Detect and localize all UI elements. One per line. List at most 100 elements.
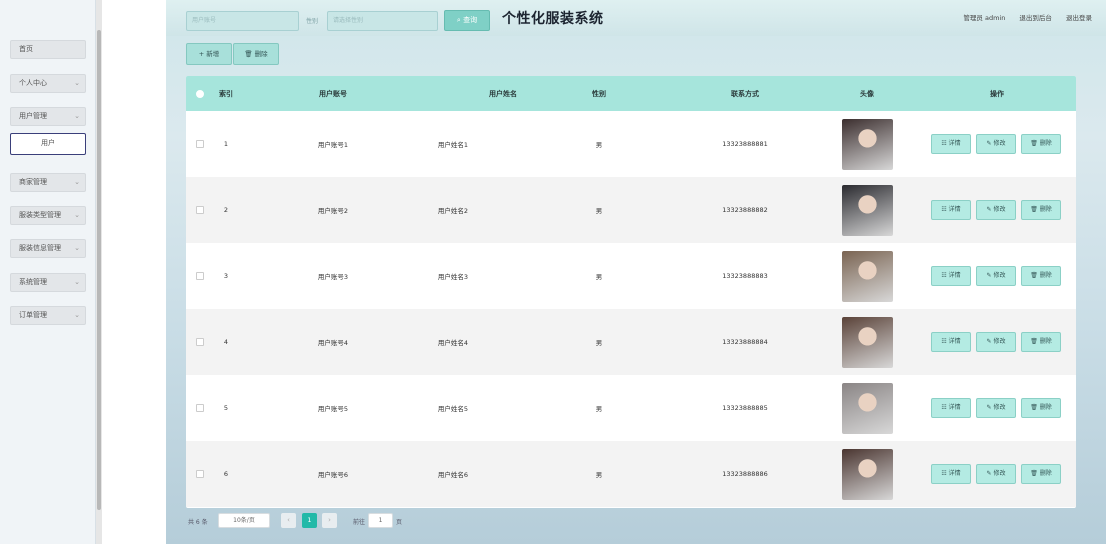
sidebar: 首页 个人中心 ⌄ 用户管理 ⌄ 用户 商家管理 ⌄ 服装类型管理 ⌄ 服装信息… <box>0 0 96 544</box>
delete-button[interactable]: 🗑 删除 <box>1021 398 1061 418</box>
edit-button[interactable]: ✎ 修改 <box>976 332 1016 352</box>
header-index: 索引 <box>219 89 233 98</box>
header-phone[interactable]: 联系方式 <box>674 76 816 111</box>
sidebar-item-merchant-management[interactable]: 商家管理 ⌄ <box>10 173 86 192</box>
edit-button[interactable]: ✎ 修改 <box>976 398 1016 418</box>
delete-button[interactable]: 🗑 删除 <box>1021 332 1061 352</box>
cell-gender: 男 <box>595 273 603 281</box>
sidebar-item-orders[interactable]: 订单管理 ⌄ <box>10 306 86 325</box>
avatar-cell <box>816 243 918 309</box>
avatar-cell <box>816 441 918 507</box>
actions-cell: ☷ 详情 ✎ 修改 🗑 删除 <box>918 309 1076 375</box>
edit-button[interactable]: ✎ 修改 <box>976 266 1016 286</box>
logout-link[interactable]: 退出登录 <box>1066 14 1092 22</box>
page-size-select[interactable]: 10条/页 <box>218 513 270 528</box>
search-account-input[interactable]: 用户账号 <box>186 11 299 31</box>
sidebar-item-clothing-info[interactable]: 服装信息管理 ⌄ <box>10 239 86 258</box>
table-row[interactable]: 3 用户账号3 用户姓名3 男 13323888883 ☷ 详情 ✎ 修改 🗑 删除 <box>186 243 1076 309</box>
cell-phone: 13323888881 <box>722 140 768 148</box>
row-checkbox-cell <box>186 243 214 309</box>
blank-strip <box>102 0 166 544</box>
row-checkbox-cell <box>186 441 214 507</box>
cell-gender: 男 <box>595 207 603 215</box>
row-checkbox[interactable] <box>196 338 204 346</box>
row-checkbox[interactable] <box>196 140 204 148</box>
delete-button[interactable]: 🗑 删除 <box>1021 200 1061 220</box>
cell-name: 用户姓名2 <box>437 207 469 215</box>
cell-gender: 男 <box>595 141 603 149</box>
gender-label: 性别 <box>306 18 319 25</box>
avatar-cell <box>816 375 918 441</box>
avatar <box>841 448 893 500</box>
chevron-down-icon: ⌄ <box>74 178 80 186</box>
table-row[interactable]: 1 用户账号1 用户姓名1 男 13323888881 ☷ 详情 ✎ 修改 🗑 删除 <box>186 111 1076 177</box>
row-checkbox[interactable] <box>196 206 204 214</box>
search-button[interactable]: ⌕ 查询 <box>444 10 490 31</box>
actions-cell: ☷ 详情 ✎ 修改 🗑 删除 <box>918 441 1076 507</box>
avatar-cell <box>816 177 918 243</box>
cell-index: 3 <box>223 272 229 280</box>
gender-select[interactable]: 请选择性别 <box>327 11 438 31</box>
backend-link[interactable]: 退出到后台 <box>1019 14 1052 22</box>
header-gender[interactable]: 性别 <box>524 76 674 111</box>
add-button[interactable]: + 新增 <box>186 43 232 65</box>
cell-name: 用户姓名1 <box>437 141 469 149</box>
detail-button[interactable]: ☷ 详情 <box>931 134 971 154</box>
cell-name: 用户姓名5 <box>437 405 469 413</box>
next-page-button[interactable]: › <box>322 513 337 528</box>
detail-button[interactable]: ☷ 详情 <box>931 200 971 220</box>
avatar <box>841 118 893 170</box>
sidebar-item-label: 订单管理 <box>19 311 47 319</box>
sidebar-item-label: 个人中心 <box>19 79 47 87</box>
edit-button[interactable]: ✎ 修改 <box>976 134 1016 154</box>
sidebar-item-clothing-type[interactable]: 服装类型管理 ⌄ <box>10 206 86 225</box>
goto-page-input[interactable]: 1 <box>368 513 393 528</box>
row-checkbox[interactable] <box>196 404 204 412</box>
detail-button[interactable]: ☷ 详情 <box>931 266 971 286</box>
edit-button[interactable]: ✎ 修改 <box>976 464 1016 484</box>
prev-page-button[interactable]: ‹ <box>281 513 296 528</box>
row-checkbox[interactable] <box>196 470 204 478</box>
actions-cell: ☷ 详情 ✎ 修改 🗑 删除 <box>918 243 1076 309</box>
table-row[interactable]: 2 用户账号2 用户姓名2 男 13323888882 ☷ 详情 ✎ 修改 🗑 删除 <box>186 177 1076 243</box>
detail-button[interactable]: ☷ 详情 <box>931 398 971 418</box>
header-avatar: 头像 <box>860 89 874 98</box>
cell-phone: 13323888884 <box>722 338 768 346</box>
sidebar-item-label: 商家管理 <box>19 178 47 186</box>
edit-button[interactable]: ✎ 修改 <box>976 200 1016 220</box>
sidebar-item-personal-center[interactable]: 个人中心 ⌄ <box>10 74 86 93</box>
sidebar-item-home[interactable]: 首页 <box>10 40 86 59</box>
header-account[interactable]: 用户账号 <box>238 76 428 111</box>
sidebar-item-label: 用户管理 <box>19 112 47 120</box>
cell-phone: 13323888886 <box>722 470 768 478</box>
row-checkbox-cell <box>186 111 214 177</box>
detail-button[interactable]: ☷ 详情 <box>931 332 971 352</box>
row-checkbox[interactable] <box>196 272 204 280</box>
delete-button[interactable]: 🗑 删除 <box>1021 134 1061 154</box>
chevron-down-icon: ⌄ <box>74 278 80 286</box>
checkbox[interactable] <box>196 89 204 98</box>
row-checkbox-cell <box>186 309 214 375</box>
page-number-current[interactable]: 1 <box>302 513 317 528</box>
delete-button[interactable]: 🗑 删除 <box>1021 464 1061 484</box>
sidebar-subitem-user[interactable]: 用户 <box>10 133 86 155</box>
scrollbar-thumb[interactable] <box>97 30 101 510</box>
goto-suffix: 页 <box>396 519 403 526</box>
table-row[interactable]: 4 用户账号4 用户姓名4 男 13323888884 ☷ 详情 ✎ 修改 🗑 删除 <box>186 309 1076 375</box>
sidebar-item-user-management[interactable]: 用户管理 ⌄ <box>10 107 86 126</box>
batch-delete-button[interactable]: 🗑 删除 <box>233 43 279 65</box>
cell-gender: 男 <box>595 405 603 413</box>
sidebar-item-system[interactable]: 系统管理 ⌄ <box>10 273 86 292</box>
cell-index: 4 <box>223 338 229 346</box>
cell-gender: 男 <box>595 471 603 479</box>
detail-button[interactable]: ☷ 详情 <box>931 464 971 484</box>
table-row[interactable]: 5 用户账号5 用户姓名5 男 13323888885 ☷ 详情 ✎ 修改 🗑 删除 <box>186 375 1076 441</box>
sidebar-item-label: 首页 <box>19 45 33 53</box>
delete-button[interactable]: 🗑 删除 <box>1021 266 1061 286</box>
select-all-checkbox[interactable] <box>186 76 214 111</box>
table-row[interactable]: 6 用户账号6 用户姓名6 男 13323888886 ☷ 详情 ✎ 修改 🗑 删除 <box>186 441 1076 507</box>
actions-cell: ☷ 详情 ✎ 修改 🗑 删除 <box>918 111 1076 177</box>
goto-label: 前往 <box>353 519 366 526</box>
admin-label: 管理员 admin <box>963 14 1006 22</box>
table-header: 索引 用户账号 用户姓名 性别 联系方式 头像 操作 <box>186 76 1076 111</box>
